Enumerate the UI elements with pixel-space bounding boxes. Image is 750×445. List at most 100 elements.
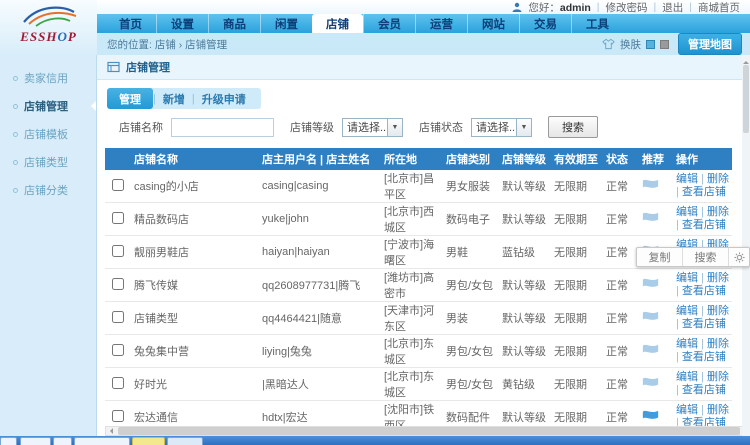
row-checkbox[interactable] <box>112 410 124 422</box>
selection-popup: 复制 搜索 <box>636 247 750 267</box>
category-cell: 男包/女包 <box>443 269 499 302</box>
horizontal-scrollbar[interactable] <box>105 426 747 436</box>
sidebar-item-seller-credit[interactable]: 卖家信用 <box>0 64 96 92</box>
edit-link[interactable]: 编辑 <box>676 305 698 317</box>
skin-swatch-gray[interactable] <box>660 40 669 49</box>
logout-link[interactable]: 退出 <box>662 0 683 15</box>
actions-cell: 编辑 | 删除 | 查看店铺 <box>673 170 732 203</box>
row-checkbox[interactable] <box>112 212 124 224</box>
row-checkbox[interactable] <box>112 344 124 356</box>
flag-icon <box>642 343 659 356</box>
sidebar: 卖家信用店铺管理店铺模板店铺类型店铺分类 <box>0 55 97 436</box>
nav-item-website[interactable]: 网站 <box>467 14 519 33</box>
delete-link[interactable]: 删除 <box>707 338 729 350</box>
tab-add[interactable]: 新增 <box>156 91 192 107</box>
row-checkbox[interactable] <box>112 278 124 290</box>
table-row: 兔兔集中营liying|兔兔[北京市]东城区男包/女包默认等级无限期正常 编辑 … <box>105 335 732 368</box>
actions-cell: 编辑 | 删除 | 查看店铺 <box>673 203 732 236</box>
content-area: 店铺管理 管理 | 新增 | 升级申请 店铺名称 店铺等级 请选择... ▼ <box>97 55 750 436</box>
taskbar-window-fragment[interactable] <box>167 437 203 445</box>
recommend-cell <box>639 203 673 236</box>
popup-search-button[interactable]: 搜索 <box>683 248 728 266</box>
delete-link[interactable]: 删除 <box>707 173 729 185</box>
delete-link[interactable]: 删除 <box>707 305 729 317</box>
shop-level-select[interactable]: 请选择... ▼ <box>342 118 403 137</box>
row-checkbox[interactable] <box>112 377 124 389</box>
nav-item-settings[interactable]: 设置 <box>156 14 208 33</box>
popup-copy-button[interactable]: 复制 <box>637 248 682 266</box>
nav-item-goods[interactable]: 商品 <box>208 14 260 33</box>
taskbar-window-fragment[interactable] <box>74 437 130 445</box>
edit-link[interactable]: 编辑 <box>676 272 698 284</box>
view-shop-link[interactable]: 查看店铺 <box>682 186 726 198</box>
vertical-scroll-thumb[interactable] <box>743 65 749 133</box>
level-cell: 黄钻级 <box>499 368 551 401</box>
edit-link[interactable]: 编辑 <box>676 206 698 218</box>
nav-item-shop[interactable]: 店铺 <box>312 14 363 33</box>
username: admin <box>560 2 591 14</box>
horizontal-scroll-thumb[interactable] <box>118 427 740 435</box>
edit-link[interactable]: 编辑 <box>676 404 698 416</box>
esshop-logo[interactable]: ESSHOP <box>0 0 97 55</box>
shop-name-input[interactable] <box>171 118 274 137</box>
user-icon <box>512 2 522 12</box>
skin-swatch-blue[interactable] <box>646 40 655 49</box>
shop-status-select[interactable]: 请选择... ▼ <box>471 118 532 137</box>
column-header: 推荐 <box>639 148 673 170</box>
taskbar-window-fragment[interactable] <box>20 437 51 445</box>
search-button[interactable]: 搜索 <box>548 116 598 138</box>
row-checkbox[interactable] <box>112 311 124 323</box>
bullet-icon <box>13 132 18 137</box>
sidebar-item-shop-manage[interactable]: 店铺管理 <box>0 92 96 120</box>
actions-cell: 编辑 | 删除 | 查看店铺 <box>673 368 732 401</box>
edit-link[interactable]: 编辑 <box>676 173 698 185</box>
tab-upgrade[interactable]: 升级申请 <box>195 91 253 107</box>
taskbar-window-fragment[interactable] <box>132 437 165 445</box>
taskbar-window-fragment[interactable] <box>0 437 17 445</box>
nav-item-home[interactable]: 首页 <box>105 14 156 33</box>
expiry-cell: 无限期 <box>551 236 603 269</box>
edit-link[interactable]: 编辑 <box>676 371 698 383</box>
sidebar-item-shop-template[interactable]: 店铺模板 <box>0 120 96 148</box>
scroll-up-arrow[interactable] <box>742 55 750 64</box>
sidebar-item-label: 卖家信用 <box>24 70 68 86</box>
view-shop-link[interactable]: 查看店铺 <box>682 384 726 396</box>
column-header: 操作 <box>673 148 732 170</box>
sidebar-item-shop-type[interactable]: 店铺类型 <box>0 148 96 176</box>
delete-link[interactable]: 删除 <box>707 404 729 416</box>
logo-text: ESSHOP <box>0 32 97 42</box>
level-cell: 默认等级 <box>499 335 551 368</box>
row-checkbox[interactable] <box>112 179 124 191</box>
nav-item-operate[interactable]: 运营 <box>415 14 467 33</box>
admin-map-button[interactable]: 管理地图 <box>678 33 742 55</box>
row-checkbox[interactable] <box>112 245 124 257</box>
edit-link[interactable]: 编辑 <box>676 338 698 350</box>
nav-item-secondhand[interactable]: 闲置 <box>260 14 312 33</box>
change-password-link[interactable]: 修改密码 <box>606 0 648 15</box>
view-shop-link[interactable]: 查看店铺 <box>682 219 726 231</box>
gear-icon[interactable] <box>729 248 749 266</box>
status-cell: 正常 <box>603 203 639 236</box>
nav-item-tools[interactable]: 工具 <box>571 14 623 33</box>
delete-link[interactable]: 删除 <box>707 272 729 284</box>
view-shop-link[interactable]: 查看店铺 <box>682 318 726 330</box>
status-cell: 正常 <box>603 302 639 335</box>
delete-link[interactable]: 删除 <box>707 371 729 383</box>
owner-cell: yuke|john <box>259 203 381 236</box>
delete-link[interactable]: 删除 <box>707 206 729 218</box>
tab-group: 管理 | 新增 | 升级申请 <box>107 88 261 109</box>
location-cell: [北京市]昌平区 <box>381 170 443 203</box>
nav-item-trade[interactable]: 交易 <box>519 14 571 33</box>
scroll-left-arrow[interactable] <box>106 427 116 435</box>
sidebar-item-shop-category[interactable]: 店铺分类 <box>0 176 96 204</box>
nav-item-member[interactable]: 会员 <box>363 14 415 33</box>
flag-icon <box>642 409 659 422</box>
view-shop-link[interactable]: 查看店铺 <box>682 285 726 297</box>
tab-manage[interactable]: 管理 <box>107 88 153 109</box>
mall-home-link[interactable]: 商城首页 <box>698 0 740 15</box>
bullet-icon <box>13 188 18 193</box>
row-checkbox-cell <box>105 269 131 302</box>
taskbar-window-fragment[interactable] <box>53 437 72 445</box>
vertical-scrollbar[interactable] <box>742 55 750 436</box>
view-shop-link[interactable]: 查看店铺 <box>682 351 726 363</box>
